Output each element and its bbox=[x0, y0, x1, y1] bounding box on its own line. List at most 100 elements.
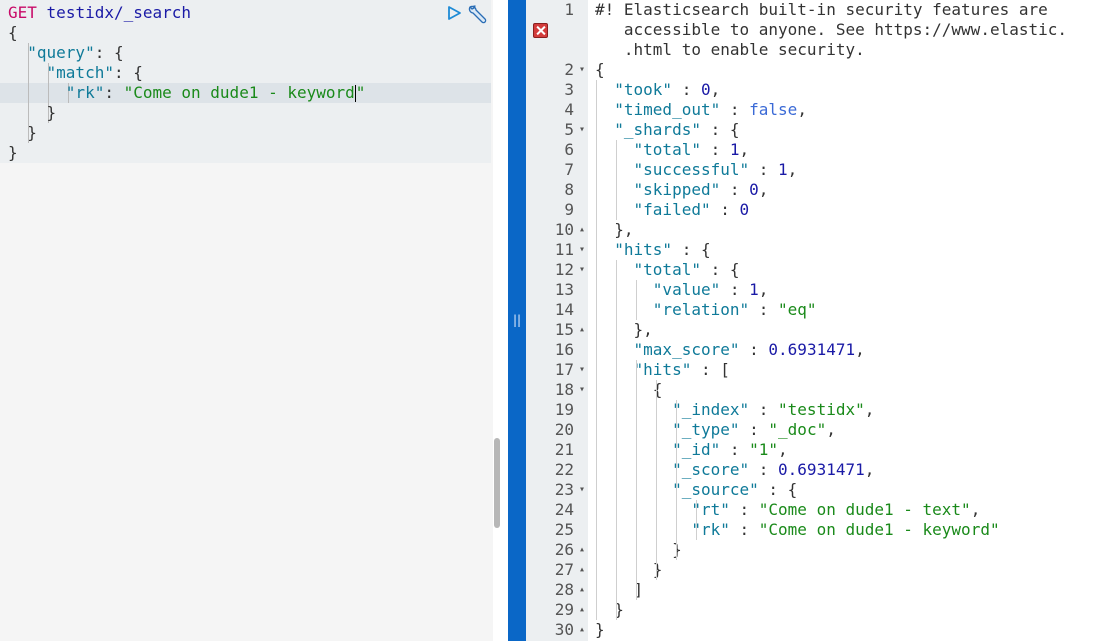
token-key: "timed_out" bbox=[614, 100, 721, 119]
wrench-icon[interactable] bbox=[466, 3, 488, 25]
request-line[interactable]: "rk": "Come on dude1 - keyword" bbox=[8, 83, 365, 103]
fold-expand-icon[interactable]: ▴ bbox=[576, 220, 588, 240]
token-key: "_type" bbox=[672, 420, 740, 439]
token-key: "value" bbox=[652, 280, 721, 299]
response-line: "successful" : 1, bbox=[633, 160, 798, 179]
response-line: }, bbox=[595, 220, 634, 239]
request-line[interactable]: "match": { bbox=[8, 63, 143, 83]
indent-guide bbox=[656, 380, 657, 580]
line-number: 13 bbox=[554, 280, 574, 299]
line-number: 25 bbox=[554, 520, 574, 539]
line-number: 30 bbox=[554, 620, 574, 639]
request-line[interactable]: { bbox=[8, 23, 18, 43]
fold-expand-icon[interactable]: ▴ bbox=[576, 540, 588, 560]
token-str: "eq" bbox=[778, 300, 817, 319]
token-str: "Come on dude1 - keyword bbox=[123, 83, 355, 102]
line-number: 29 bbox=[554, 600, 574, 619]
fold-collapse-icon[interactable]: ▾ bbox=[576, 380, 588, 400]
request-line-method[interactable]: GET testidx/_search bbox=[8, 3, 191, 23]
line-number: 23 bbox=[554, 480, 574, 499]
token-num: 0 bbox=[739, 200, 750, 219]
line-number: 14 bbox=[554, 300, 574, 319]
token-key: "failed" bbox=[633, 200, 711, 219]
play-icon[interactable] bbox=[446, 5, 462, 21]
response-line: "failed" : 0 bbox=[633, 200, 750, 219]
token-key: "total" bbox=[633, 140, 701, 159]
token-num: 0 bbox=[700, 80, 711, 99]
token-key: "_source" bbox=[672, 480, 759, 499]
token-key: "_shards" bbox=[614, 120, 701, 139]
line-number: 7 bbox=[564, 160, 574, 179]
request-editor-pane[interactable]: GET testidx/_search { "query": { "match"… bbox=[0, 0, 493, 641]
response-line: "rt" : "Come on dude1 - text", bbox=[691, 500, 981, 519]
token-key: "rt" bbox=[691, 500, 730, 519]
line-number: 1 bbox=[564, 0, 574, 19]
fold-collapse-icon[interactable]: ▾ bbox=[576, 240, 588, 260]
response-line: "relation" : "eq" bbox=[652, 300, 817, 319]
token-bool: false bbox=[749, 100, 798, 119]
token-num: 1 bbox=[778, 160, 788, 179]
fold-expand-icon[interactable]: ▴ bbox=[576, 600, 588, 620]
line-number: 15 bbox=[554, 320, 574, 339]
token-str: "Come on dude1 - text" bbox=[758, 500, 971, 519]
token-num: 1 bbox=[729, 140, 740, 159]
response-line: { bbox=[595, 60, 605, 79]
fold-expand-icon[interactable]: ▴ bbox=[576, 580, 588, 600]
token-key: "query" bbox=[27, 43, 95, 62]
line-number: 19 bbox=[554, 400, 574, 419]
line-number: 10 bbox=[554, 220, 574, 239]
response-line: } bbox=[595, 600, 624, 619]
line-number: 18 bbox=[554, 380, 574, 399]
response-line: "hits" : { bbox=[614, 240, 711, 259]
request-scrollbar-thumb[interactable] bbox=[494, 438, 500, 528]
line-number: 26 bbox=[554, 540, 574, 559]
response-line: "value" : 1, bbox=[652, 280, 769, 299]
token-key: "rk" bbox=[691, 520, 730, 539]
token-key: "_score" bbox=[672, 460, 750, 479]
line-number: 4 bbox=[564, 100, 574, 119]
request-line[interactable]: } bbox=[8, 103, 57, 123]
request-line[interactable]: "query": { bbox=[8, 43, 123, 63]
pane-resize-handle[interactable]: || bbox=[508, 0, 526, 641]
token-key: "successful" bbox=[633, 160, 750, 179]
fold-collapse-icon[interactable]: ▾ bbox=[576, 120, 588, 140]
request-line[interactable]: } bbox=[8, 143, 18, 163]
indent-guide bbox=[616, 140, 617, 220]
token-key: "match" bbox=[46, 63, 114, 82]
line-number: 8 bbox=[564, 180, 574, 199]
fold-expand-icon[interactable]: ▴ bbox=[576, 620, 588, 640]
response-line: "_type" : "_doc", bbox=[672, 420, 836, 439]
response-line: } bbox=[595, 620, 605, 639]
token-key: "hits" bbox=[614, 240, 673, 259]
indent-guide bbox=[636, 280, 637, 320]
response-line: "total" : 1, bbox=[633, 140, 750, 159]
indent-guide bbox=[636, 360, 637, 600]
fold-collapse-icon[interactable]: ▾ bbox=[576, 60, 588, 80]
fold-collapse-icon[interactable]: ▾ bbox=[576, 480, 588, 500]
indent-guide bbox=[596, 80, 597, 620]
token-key: "max_score" bbox=[633, 340, 740, 359]
response-line: "_shards" : { bbox=[614, 120, 740, 139]
response-line: "_source" : { bbox=[672, 480, 798, 499]
request-line[interactable]: } bbox=[8, 123, 37, 143]
line-number: 6 bbox=[564, 140, 574, 159]
fold-collapse-icon[interactable]: ▾ bbox=[576, 360, 588, 380]
token-str: "testidx" bbox=[778, 400, 865, 419]
token-num: 0.6931471 bbox=[778, 460, 865, 479]
line-number: 28 bbox=[554, 580, 574, 599]
token-key: "hits" bbox=[633, 360, 692, 379]
indent-guide bbox=[696, 500, 697, 540]
fold-collapse-icon[interactable]: ▾ bbox=[576, 260, 588, 280]
response-line: }, bbox=[595, 320, 653, 339]
request-url: testidx/_search bbox=[46, 3, 192, 22]
line-number: 5 bbox=[564, 120, 574, 139]
token-key: "relation" bbox=[652, 300, 750, 319]
response-line: "skipped" : 0, bbox=[633, 180, 769, 199]
fold-expand-icon[interactable]: ▴ bbox=[576, 560, 588, 580]
error-icon bbox=[533, 23, 548, 38]
token-num: 0.6931471 bbox=[768, 340, 856, 359]
indent-guide bbox=[616, 260, 617, 620]
token-num: 1 bbox=[749, 280, 759, 299]
fold-expand-icon[interactable]: ▴ bbox=[576, 320, 588, 340]
line-number: 2 bbox=[564, 60, 574, 79]
